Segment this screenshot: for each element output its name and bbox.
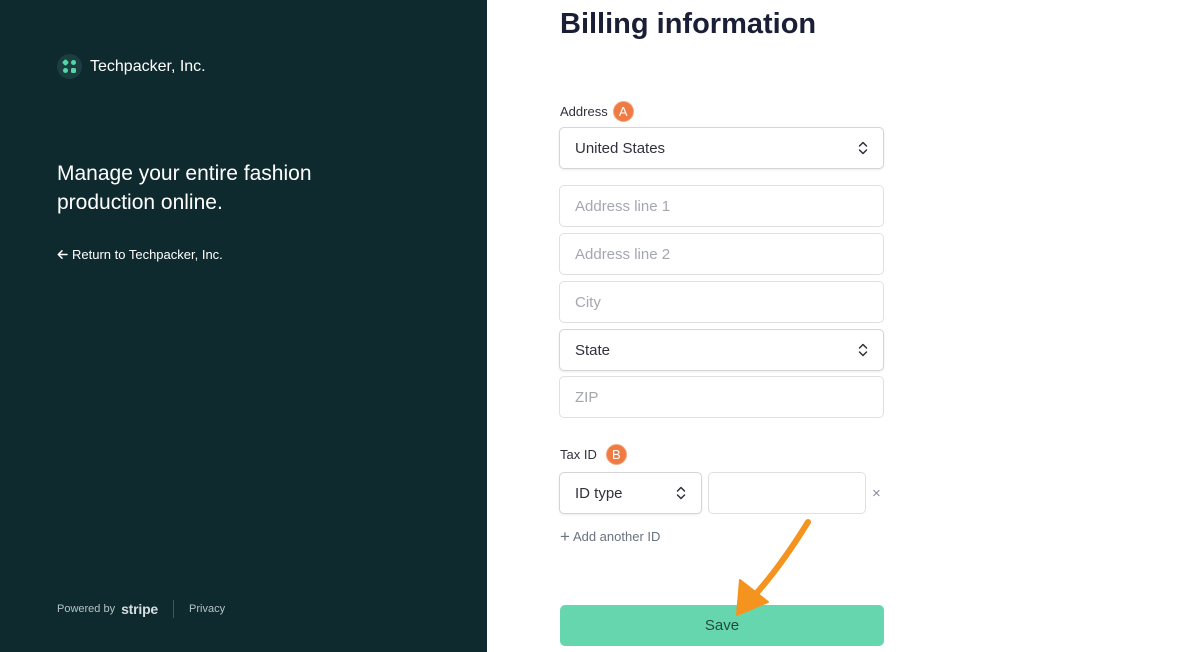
address-line1-field[interactable] (559, 185, 884, 227)
zip-field[interactable] (559, 376, 884, 418)
return-link-label: Return to Techpacker, Inc. (72, 247, 223, 262)
powered-by-text: Powered by (57, 603, 116, 615)
address-label-text: Address (560, 104, 608, 119)
add-another-id-label: Add another ID (572, 529, 661, 544)
country-select-value: United States (575, 139, 666, 157)
address-line2-input[interactable] (575, 245, 868, 263)
close-icon[interactable]: × (872, 485, 881, 502)
tax-id-input[interactable] (724, 484, 850, 502)
add-another-id-button[interactable]: + Add another ID (560, 528, 660, 545)
plus-icon: + (560, 527, 570, 546)
id-type-select[interactable]: ID type (559, 472, 702, 514)
techpacker-logo-icon (57, 54, 82, 79)
state-select-value: State (575, 341, 611, 359)
annotation-badge-a: A (612, 101, 634, 122)
select-chevrons-icon (676, 486, 686, 500)
billing-form-panel: Billing information Address A United Sta… (487, 0, 1200, 652)
brand[interactable]: Techpacker, Inc. (57, 54, 206, 79)
select-chevrons-icon (858, 343, 868, 357)
arrow-left-icon (57, 250, 68, 259)
tax-id-field[interactable] (708, 472, 866, 514)
tax-id-label-text: Tax ID (560, 447, 597, 462)
privacy-link[interactable]: Privacy (189, 603, 225, 615)
zip-input[interactable] (575, 388, 868, 406)
brand-name: Techpacker, Inc. (90, 57, 206, 75)
stripe-logo[interactable]: stripe (121, 601, 158, 617)
save-button[interactable]: Save (560, 605, 884, 646)
address-line1-input[interactable] (575, 197, 868, 215)
page-title: Billing information (560, 8, 817, 40)
footer: Powered by stripe Privacy (57, 600, 225, 618)
country-select[interactable]: United States (559, 127, 884, 169)
address-label: Address A (560, 101, 634, 122)
return-link[interactable]: Return to Techpacker, Inc. (57, 247, 223, 262)
address-line2-field[interactable] (559, 233, 884, 275)
id-type-select-value: ID type (575, 484, 623, 502)
state-select[interactable]: State (559, 329, 884, 371)
left-panel: Techpacker, Inc. Manage your entire fash… (0, 0, 487, 652)
tax-id-label: Tax ID B (560, 444, 627, 465)
tagline: Manage your entire fashion production on… (57, 162, 312, 214)
footer-divider (173, 600, 175, 618)
city-field[interactable] (559, 281, 884, 323)
select-chevrons-icon (858, 141, 868, 155)
annotation-badge-b: B (605, 444, 627, 465)
city-input[interactable] (575, 293, 868, 311)
